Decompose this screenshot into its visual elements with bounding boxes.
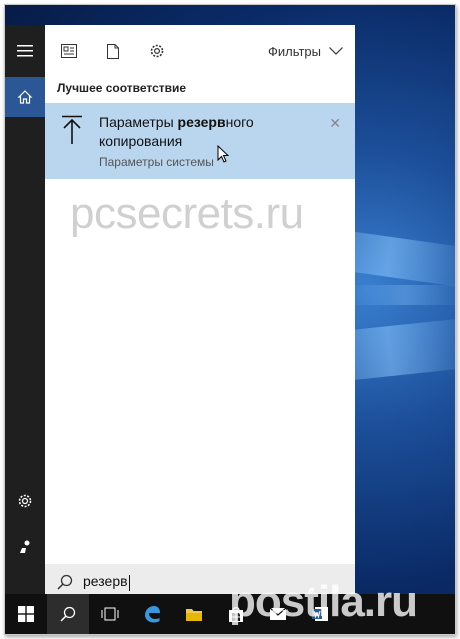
screenshot-frame: Фильтры Лучшее соответствие Параметры ре… — [4, 4, 456, 635]
start-button[interactable] — [5, 594, 47, 634]
rail-settings-button[interactable] — [5, 481, 45, 521]
task-view-button[interactable] — [89, 594, 131, 634]
chevron-down-icon — [329, 47, 343, 55]
settings-filter-button[interactable] — [145, 39, 169, 63]
search-panel: Фильтры Лучшее соответствие Параметры ре… — [45, 25, 355, 600]
home-button[interactable] — [5, 77, 45, 117]
windows-logo-icon — [18, 606, 34, 622]
result-title: Параметры резервного копирования — [99, 114, 254, 149]
filters-dropdown[interactable]: Фильтры — [268, 44, 343, 59]
search-icon — [57, 574, 73, 590]
best-match-heading: Лучшее соответствие — [57, 81, 187, 95]
file-icon — [107, 43, 119, 59]
filters-label: Фильтры — [267, 43, 321, 59]
search-icon — [60, 606, 76, 622]
search-input[interactable]: резерв — [83, 573, 130, 591]
postila-watermark: postila.ru — [229, 577, 418, 626]
hamburger-menu-button[interactable] — [5, 31, 45, 71]
edge-button[interactable] — [131, 594, 173, 634]
file-filter-button[interactable] — [101, 39, 125, 63]
home-icon — [17, 90, 33, 104]
close-icon[interactable]: ✕ — [329, 115, 341, 132]
settings-icon — [18, 494, 32, 508]
documents-icon — [61, 44, 77, 58]
rail-user-button[interactable] — [5, 527, 45, 567]
backup-icon — [57, 113, 87, 169]
best-match-result[interactable]: Параметры резервного копирования Парамет… — [45, 103, 355, 179]
file-explorer-button[interactable] — [173, 594, 215, 634]
start-rail — [5, 25, 45, 600]
start-menu: Фильтры Лучшее соответствие Параметры ре… — [5, 25, 355, 600]
taskbar-search-button[interactable] — [47, 594, 89, 634]
hamburger-icon — [17, 45, 33, 57]
edge-icon — [145, 606, 160, 623]
user-icon — [20, 540, 30, 553]
task-view-icon — [101, 607, 119, 621]
documents-filter-button[interactable] — [57, 39, 81, 63]
site-watermark: pcsecrets.ru — [70, 189, 304, 238]
mouse-pointer-icon — [217, 145, 229, 163]
search-toolbar: Фильтры — [45, 25, 355, 77]
result-subtitle: Параметры системы — [99, 155, 214, 169]
settings-icon — [150, 44, 164, 58]
folder-icon — [186, 609, 202, 621]
